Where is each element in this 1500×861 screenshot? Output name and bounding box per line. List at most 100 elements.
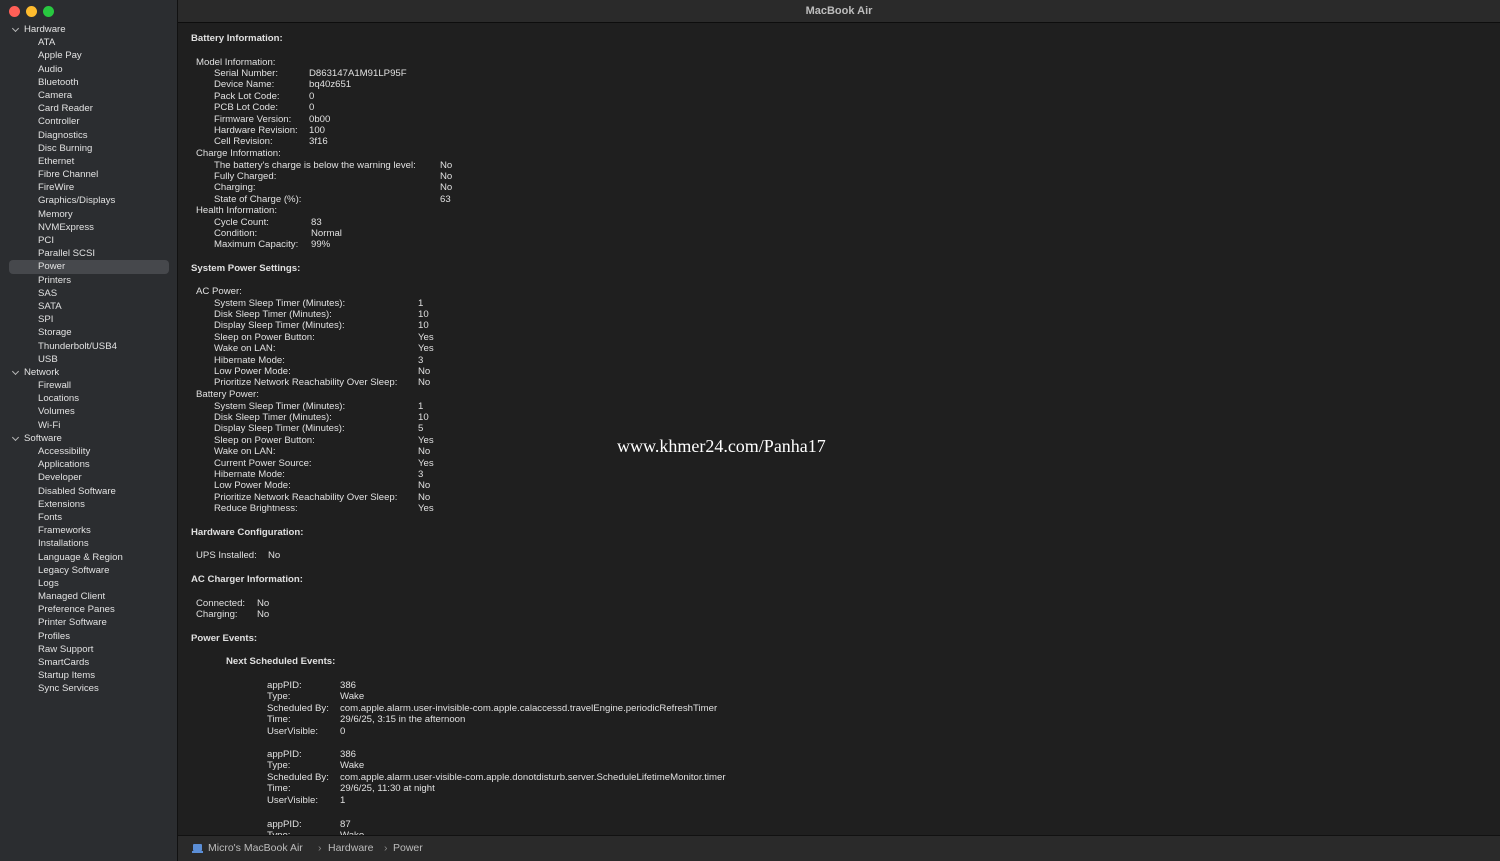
sidebar-item-sync-services[interactable]: Sync Services — [0, 682, 178, 695]
chevron-down-icon[interactable] — [12, 432, 21, 445]
sidebar-item-firewall[interactable]: Firewall — [0, 379, 178, 392]
sidebar-item-language-region[interactable]: Language & Region — [0, 551, 178, 564]
sidebar-item-spi[interactable]: SPI — [0, 313, 178, 326]
detail-pane[interactable]: Battery Information: Model Information: Se… — [178, 24, 1500, 835]
ac-power-field-label: System Sleep Timer (Minutes): — [214, 297, 346, 309]
health-field-label: Condition: — [214, 227, 258, 239]
battery-power-field-value: 1 — [418, 400, 424, 412]
sidebar-item-nvmexpress[interactable]: NVMExpress — [0, 221, 178, 234]
model-field-label: Firmware Version: — [214, 113, 292, 125]
sidebar-item-accessibility[interactable]: Accessibility — [0, 445, 178, 458]
charge-field-value: No — [440, 182, 453, 194]
crumb-hardware[interactable]: Hardware — [328, 842, 374, 854]
sidebar-item-printers[interactable]: Printers — [0, 274, 178, 287]
sidebar-item-graphics-displays[interactable]: Graphics/Displays — [0, 194, 178, 207]
sidebar-item-diagnostics[interactable]: Diagnostics — [0, 129, 178, 142]
event-field-value: 386 — [340, 680, 357, 691]
sidebar-item-preference-panes[interactable]: Preference Panes — [0, 603, 178, 616]
charge-field-label: Fully Charged: — [214, 170, 277, 182]
sidebar-category-software[interactable]: Software — [0, 432, 178, 445]
sidebar-item-locations[interactable]: Locations — [0, 392, 178, 405]
battery-power-field-label: Sleep on Power Button: — [214, 434, 315, 446]
sidebar-item-installations[interactable]: Installations — [0, 537, 178, 550]
sidebar-item-printer-software[interactable]: Printer Software — [0, 616, 178, 629]
sidebar-item-ethernet[interactable]: Ethernet — [0, 155, 178, 168]
sidebar-item-legacy-software[interactable]: Legacy Software — [0, 564, 178, 577]
sidebar-item-thunderbolt-usb4[interactable]: Thunderbolt/USB4 — [0, 340, 178, 353]
model-field-label: PCB Lot Code: — [214, 102, 278, 114]
sidebar-item-apple-pay[interactable]: Apple Pay — [0, 49, 178, 62]
section-header-battery: Battery Information: — [191, 33, 283, 44]
sidebar-item-applications[interactable]: Applications — [0, 458, 178, 471]
sidebar-item-camera[interactable]: Camera — [0, 89, 178, 102]
battery-power-field-value: Yes — [418, 457, 434, 469]
sidebar-item-smartcards[interactable]: SmartCards — [0, 656, 178, 669]
sidebar-item-firewire[interactable]: FireWire — [0, 181, 178, 194]
sidebar-item-power[interactable]: Power — [9, 260, 169, 274]
sidebar-category-label: Hardware — [24, 24, 66, 35]
sidebar-item-developer[interactable]: Developer — [0, 471, 178, 484]
group-header-ac-power: AC Power: — [196, 286, 242, 297]
sidebar-item-bluetooth[interactable]: Bluetooth — [0, 76, 178, 89]
sidebar-item-frameworks[interactable]: Frameworks — [0, 524, 178, 537]
sidebar-item-sas[interactable]: SAS — [0, 287, 178, 300]
event-field-value: 87 — [340, 818, 351, 830]
battery-power-field-label: Current Power Source: — [214, 457, 312, 469]
charge-field-value: 63 — [440, 193, 451, 205]
sidebar-item-managed-client[interactable]: Managed Client — [0, 590, 178, 603]
sidebar-category-hardware[interactable]: Hardware — [0, 23, 178, 36]
ac-power-field-value: 3 — [418, 354, 424, 366]
sidebar-item-parallel-scsi[interactable]: Parallel SCSI — [0, 247, 178, 260]
crumb-computer[interactable]: Micro's MacBook Air — [208, 842, 303, 854]
ac-charger-field-label: Charging: — [196, 608, 238, 620]
sidebar-item-audio[interactable]: Audio — [0, 63, 178, 76]
group-header-health: Health Information: — [196, 205, 278, 216]
ac-power-field-value: 1 — [418, 297, 424, 309]
charge-field-label: The battery's charge is below the warnin… — [214, 159, 416, 171]
sidebar-item-logs[interactable]: Logs — [0, 577, 178, 590]
sidebar-item-controller[interactable]: Controller — [0, 115, 178, 128]
model-field-value: 3f16 — [309, 136, 328, 148]
sidebar-item-disabled-software[interactable]: Disabled Software — [0, 485, 178, 498]
sidebar-item-ata[interactable]: ATA — [0, 36, 178, 49]
battery-power-field-value: No — [418, 491, 431, 503]
sidebar-item-disc-burning[interactable]: Disc Burning — [0, 142, 178, 155]
ac-power-field-label: Wake on LAN: — [214, 343, 276, 355]
sidebar-item-usb[interactable]: USB — [0, 353, 178, 366]
sidebar-item-fonts[interactable]: Fonts — [0, 511, 178, 524]
crumb-power[interactable]: Power — [393, 842, 423, 854]
sidebar-item-card-reader[interactable]: Card Reader — [0, 102, 178, 115]
charge-field-value: No — [440, 159, 453, 171]
sidebar-item-sata[interactable]: SATA — [0, 300, 178, 313]
event-field-value: com.apple.alarm.user-invisible-com.apple… — [340, 702, 718, 714]
event-field-label: Scheduled By: — [267, 702, 329, 714]
laptop-icon — [192, 844, 203, 853]
ac-charger-field-value: No — [257, 597, 270, 609]
sidebar-item-profiles[interactable]: Profiles — [0, 630, 178, 643]
sidebar-item-wi-fi[interactable]: Wi-Fi — [0, 419, 178, 432]
event-field-value: Wake — [340, 760, 365, 772]
health-field-value: 83 — [311, 216, 322, 228]
sidebar-item-fibre-channel[interactable]: Fibre Channel — [0, 168, 178, 181]
sidebar-item-pci[interactable]: PCI — [0, 234, 178, 247]
health-field-value: Normal — [311, 227, 342, 239]
sidebar-item-startup-items[interactable]: Startup Items — [0, 669, 178, 682]
minimize-window-button[interactable] — [26, 6, 37, 17]
sidebar-item-extensions[interactable]: Extensions — [0, 498, 178, 511]
sidebar-item-volumes[interactable]: Volumes — [0, 405, 178, 418]
chevron-down-icon[interactable] — [12, 366, 21, 379]
sidebar-item-storage[interactable]: Storage — [0, 326, 178, 339]
sidebar-item-memory[interactable]: Memory — [0, 208, 178, 221]
event-field-label: Time: — [267, 714, 291, 726]
sidebar-item-raw-support[interactable]: Raw Support — [0, 643, 178, 656]
sidebar-category-network[interactable]: Network — [0, 366, 178, 379]
close-window-button[interactable] — [9, 6, 20, 17]
battery-power-field-value: No — [418, 480, 431, 492]
charge-field-label: Charging: — [214, 182, 256, 194]
model-field-value: 100 — [309, 125, 326, 136]
battery-power-field-value: Yes — [418, 503, 434, 515]
crumb-separator: › — [318, 842, 322, 854]
chevron-down-icon[interactable] — [12, 23, 21, 36]
event-field-value: 29/6/25, 3:15 in the afternoon — [340, 714, 466, 726]
zoom-window-button[interactable] — [43, 6, 54, 17]
